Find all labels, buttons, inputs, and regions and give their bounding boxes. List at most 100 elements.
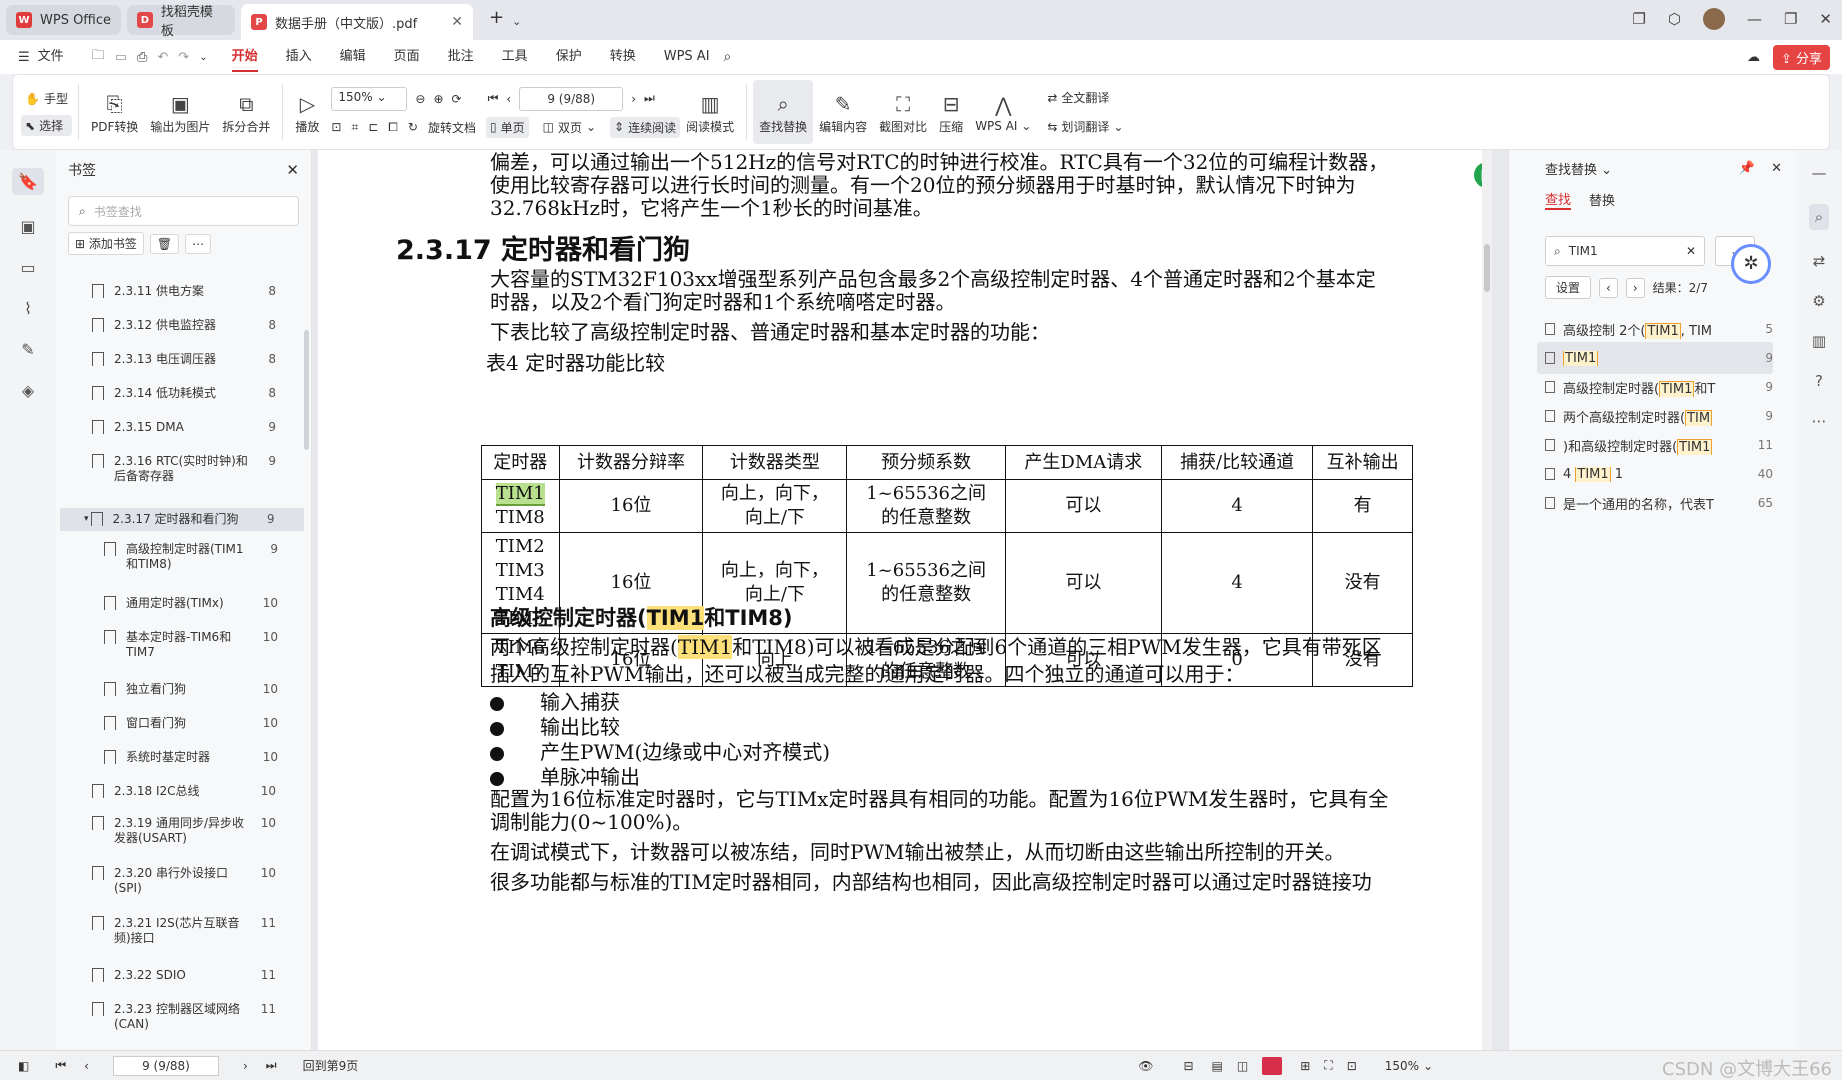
share-button[interactable]: ⇪ 分享 bbox=[1772, 45, 1830, 70]
document-scrollbar[interactable] bbox=[1482, 150, 1492, 1050]
find-result-item[interactable]: TIM1 9 bbox=[1537, 342, 1773, 374]
zoom-in-icon[interactable]: ⊕ bbox=[433, 92, 443, 106]
menu-start[interactable]: 开始 bbox=[231, 40, 258, 74]
close-panel-icon[interactable]: ✕ bbox=[286, 161, 299, 179]
menu-edit[interactable]: 编辑 bbox=[340, 40, 366, 74]
menu-tools[interactable]: 工具 bbox=[502, 40, 528, 74]
screenshot-compare-button[interactable]: ⛶ 截图对比 bbox=[873, 80, 933, 144]
collapse-icon[interactable]: — bbox=[1812, 164, 1827, 182]
single-page-button[interactable]: ▯ 单页 bbox=[485, 116, 529, 138]
next-page-icon[interactable]: › bbox=[631, 92, 636, 106]
book-icon[interactable]: ▥ bbox=[1812, 332, 1826, 350]
bookmark-item[interactable]: 窗口看门狗 10 bbox=[56, 716, 304, 731]
bookmark-item[interactable]: 2.3.21 I2S(芯片互联音频)接口 11 bbox=[56, 916, 304, 946]
actual-size-icon[interactable]: ⊡ bbox=[331, 120, 341, 134]
search-icon[interactable]: ⌕ bbox=[724, 49, 732, 65]
status-page-input[interactable]: 9 (9/88) bbox=[112, 1055, 219, 1076]
find-result-item[interactable]: 高级控制定时器(TIM1 和T 9 bbox=[1537, 371, 1773, 403]
find-title[interactable]: 查找替换 ⌄ bbox=[1545, 159, 1612, 178]
bookmark-scrollbar[interactable] bbox=[304, 330, 309, 450]
last-page-icon[interactable]: ⏭ bbox=[644, 91, 655, 106]
pin-icon[interactable]: 📌 bbox=[1739, 161, 1755, 176]
menu-insert[interactable]: 插入 bbox=[286, 40, 312, 74]
bookmark-item[interactable]: 2.3.13 电压调压器 8 bbox=[56, 352, 304, 367]
cloud-sync-icon[interactable]: ☁ bbox=[1747, 50, 1760, 65]
find-result-item[interactable]: 是一个通用的名称，代表T 65 bbox=[1537, 487, 1773, 519]
bookmark-item[interactable]: 2.3.11 供电方案 8 bbox=[56, 284, 304, 299]
split-merge-button[interactable]: ⧉ 拆分合并 bbox=[216, 80, 276, 144]
scrollbar-thumb[interactable] bbox=[1484, 244, 1490, 292]
menu-annotate[interactable]: 批注 bbox=[448, 40, 474, 74]
wps-ai-button[interactable]: ⋀ WPS AI ⌄ bbox=[969, 80, 1037, 144]
tab-docer[interactable]: D 找稻壳模板 bbox=[127, 5, 236, 39]
bookmark-item[interactable]: 2.3.18 I2C总线 10 bbox=[56, 784, 304, 799]
bookmark-item[interactable]: 2.3.20 串行外设接口(SPI) 10 bbox=[56, 866, 304, 896]
zoom-dropdown-icon[interactable]: ⌄ bbox=[1423, 1059, 1433, 1073]
bookmark-item[interactable]: 2.3.15 DMA 9 bbox=[56, 420, 304, 435]
close-panel-icon[interactable]: ✕ bbox=[1771, 161, 1782, 176]
edit-content-button[interactable]: ✎ 编辑内容 bbox=[813, 80, 873, 144]
menu-convert[interactable]: 转换 bbox=[610, 40, 636, 74]
undo-icon[interactable]: ↶ bbox=[157, 50, 168, 65]
rotate-doc-icon[interactable]: ↻ bbox=[408, 120, 418, 134]
prev-page-icon[interactable]: ‹ bbox=[84, 1059, 89, 1073]
menu-wps-ai[interactable]: WPS AI bbox=[664, 40, 710, 74]
find-input[interactable]: ⌕ TIM1 ✕ bbox=[1545, 236, 1705, 266]
sidebar-toggle-icon[interactable]: ◧ bbox=[18, 1059, 29, 1073]
find-result-item[interactable]: 4 TIM1 1 40 bbox=[1537, 458, 1773, 490]
page-input[interactable]: 9 (9/88) bbox=[519, 86, 624, 111]
minimize-icon[interactable]: — bbox=[1747, 10, 1762, 28]
word-translate-button[interactable]: ⇆ 划词翻译 ⌄ bbox=[1043, 116, 1127, 137]
bookmark-item[interactable]: 基本定时器-TIM6和TIM7 10 bbox=[56, 630, 304, 660]
fullscreen-icon[interactable]: ⛶ bbox=[1324, 1058, 1332, 1073]
first-page-icon[interactable]: ⏮ bbox=[488, 91, 499, 106]
bookmark-item[interactable]: 独立看门狗 10 bbox=[56, 682, 304, 697]
close-window-icon[interactable]: ✕ bbox=[1819, 10, 1832, 28]
bookmark-item[interactable]: 2.3.23 控制器区域网络(CAN) 11 bbox=[56, 1002, 304, 1032]
tab-find[interactable]: 查找 bbox=[1545, 189, 1572, 210]
close-tab-icon[interactable]: ✕ bbox=[451, 14, 463, 30]
attachment-icon[interactable]: ⌇ bbox=[24, 299, 32, 318]
redo-icon[interactable]: ↷ bbox=[178, 50, 189, 65]
zoom-out-icon[interactable]: ⊖ bbox=[415, 92, 425, 106]
read-mode-button[interactable]: ▥ 阅读模式 bbox=[680, 80, 740, 144]
prev-result-button[interactable]: ‹ bbox=[1599, 277, 1618, 298]
settings-button[interactable]: 设置 bbox=[1545, 276, 1592, 299]
compress-button[interactable]: ⊟ 压缩 bbox=[933, 80, 969, 144]
find-result-item[interactable]: 两个高级控制定时器(TIM 9 bbox=[1537, 400, 1773, 432]
save-icon[interactable]: ▭ bbox=[115, 50, 127, 65]
thumbnail-icon[interactable]: ▣ bbox=[20, 217, 35, 236]
first-page-icon[interactable]: ⏮ bbox=[55, 1058, 66, 1073]
maximize-icon[interactable]: ❐ bbox=[1784, 10, 1797, 28]
zoom-select[interactable]: 150% ⌄ bbox=[331, 86, 408, 111]
play-button[interactable]: ▷ 播放 bbox=[289, 80, 325, 144]
single-page-status-icon[interactable]: ⊟ bbox=[1183, 1059, 1193, 1073]
select-tool-button[interactable]: ⬉ 选择 bbox=[21, 115, 72, 136]
pdf-convert-button[interactable]: ⎘ PDF转换 bbox=[85, 80, 144, 144]
expand-arrow-icon[interactable]: ▾ bbox=[84, 512, 89, 527]
crop-icon[interactable]: ⧠ bbox=[388, 120, 398, 135]
bookmark-item[interactable]: 通用定时器(TIMx) 10 bbox=[56, 596, 304, 611]
full-translate-button[interactable]: ⇄ 全文翻译 bbox=[1043, 87, 1127, 108]
layers-icon[interactable]: ◈ bbox=[22, 381, 34, 400]
tab-list-icon[interactable]: ⌄ bbox=[512, 15, 521, 28]
assistant-icon[interactable]: ✲ bbox=[1731, 244, 1771, 284]
find-result-item[interactable]: )和高级控制定时器(TIM1 11 bbox=[1537, 429, 1773, 461]
doc-view-icon[interactable]: ▤ bbox=[1212, 1059, 1223, 1073]
bookmark-item[interactable]: 2.3.12 供电监控器 8 bbox=[56, 318, 304, 333]
status-zoom[interactable]: 150% bbox=[1385, 1059, 1419, 1073]
clear-icon[interactable]: ✕ bbox=[1686, 244, 1696, 258]
bookmark-item[interactable]: 2.3.19 通用同步/异步收发器(USART) 10 bbox=[56, 816, 304, 846]
double-page-button[interactable]: ◫ 双页 ⌄ bbox=[539, 117, 600, 138]
fit-width-icon[interactable]: ⊏ bbox=[368, 120, 378, 134]
next-page-icon[interactable]: › bbox=[243, 1059, 248, 1073]
window-restore-icon[interactable]: ❐ bbox=[1632, 10, 1645, 28]
continuous-read-button[interactable]: ⇕ 连续阅读 bbox=[610, 116, 681, 138]
bookmark-item[interactable]: 2.3.16 RTC(实时时钟)和后备寄存器 9 bbox=[56, 454, 304, 484]
comment-icon[interactable]: ▭ bbox=[20, 258, 35, 277]
prev-page-icon[interactable]: ‹ bbox=[506, 92, 511, 106]
rotate-icon[interactable]: ⟳ bbox=[452, 92, 462, 106]
bookmark-search-input[interactable]: ⌕ 书签查找 bbox=[68, 196, 299, 226]
more-dropdown-icon[interactable]: ⌄ bbox=[199, 52, 207, 63]
add-bookmark-button[interactable]: ⊞ 添加书签 bbox=[68, 232, 144, 255]
